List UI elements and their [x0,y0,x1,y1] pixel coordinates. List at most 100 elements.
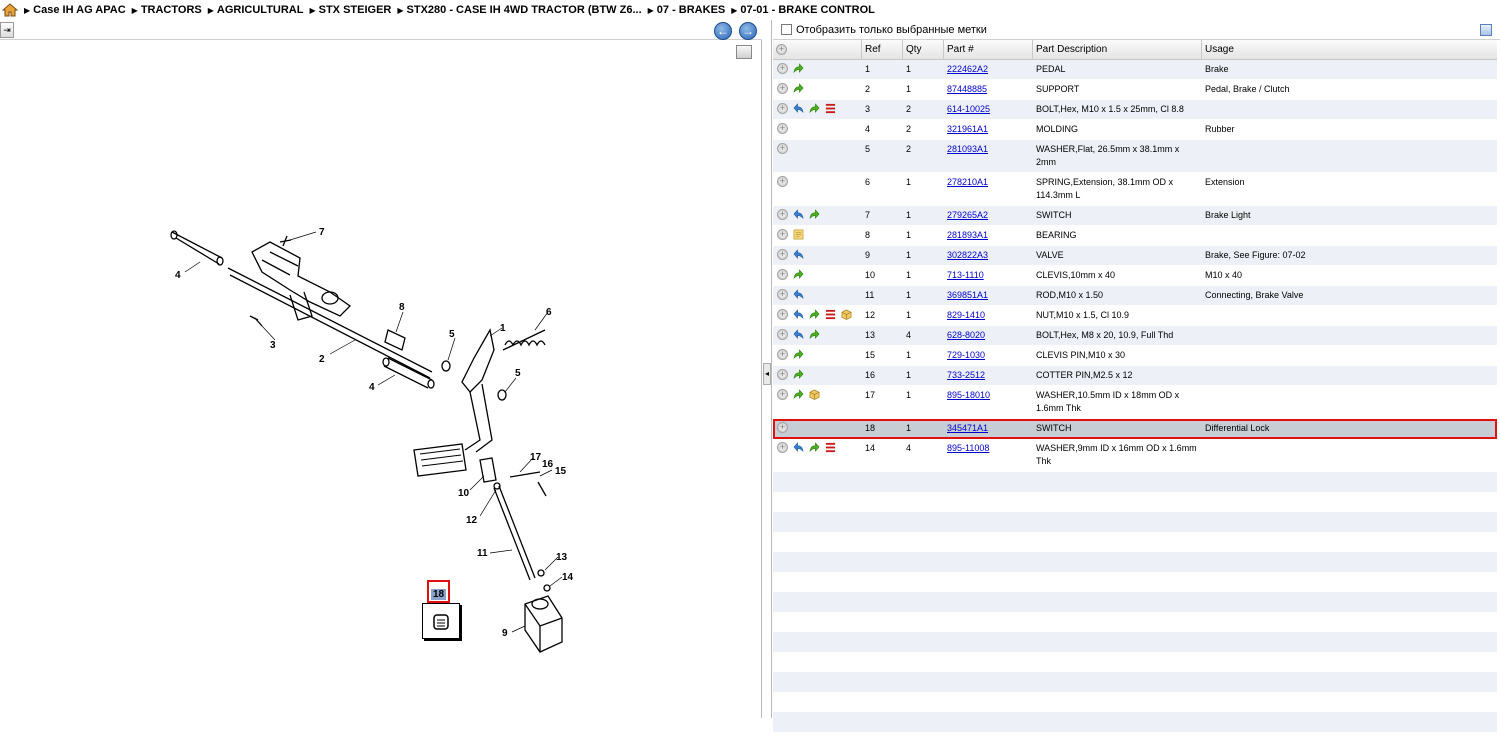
table-row[interactable]: +7 1 279265A2 SWITCH Brake Light [773,206,1497,226]
superseded-part-icon[interactable] [793,249,804,260]
callout-label[interactable]: 10 [458,488,470,499]
table-row[interactable]: +4 2 321961A1 MOLDING Rubber [773,120,1497,140]
callout-label[interactable]: 14 [562,572,574,583]
expand-row-icon[interactable]: + [777,63,788,74]
table-row[interactable]: +15 1 729-1030 CLEVIS PIN,M10 x 30 [773,346,1497,366]
alternate-part-icon[interactable] [793,349,804,360]
collapse-handle-icon[interactable]: ◂ [763,363,771,385]
alternate-part-icon[interactable] [809,103,820,114]
expand-all-icon[interactable]: + [776,44,787,55]
export-icon[interactable] [1480,24,1492,36]
alternate-part-icon[interactable] [809,329,820,340]
table-row[interactable]: +5 2 281093A1 WASHER,Flat, 26.5mm x 38.1mm … [773,140,1497,173]
callout-label[interactable]: 13 [556,552,568,563]
expand-row-icon[interactable]: + [777,269,788,280]
callout-label[interactable]: 11 [477,548,488,559]
breadcrumb-item[interactable]: ▶ AGRICULTURAL [208,4,304,16]
callout-label[interactable]: 1 [500,323,506,334]
home-icon[interactable] [1,3,19,17]
callout-label[interactable]: 4 [369,382,375,393]
table-row[interactable]: +1 1 222462A2 PEDAL Brake [773,60,1497,80]
expand-row-icon[interactable]: + [777,123,788,134]
pane-splitter[interactable]: ◂ [762,20,772,718]
callout-label[interactable]: 6 [546,307,552,318]
breadcrumb-item[interactable]: ▶ 07 - BRAKES [648,4,726,16]
table-row[interactable]: +10 1 713-1110 CLEVIS,10mm x 40 M10 x 40 [773,266,1497,286]
part-number-link[interactable]: 345471A1 [947,423,988,433]
part-number-link[interactable]: 733-2512 [947,370,985,380]
header-ref[interactable]: Ref [862,40,903,59]
back-button[interactable]: ← [714,22,732,40]
part-number-link[interactable]: 628-8020 [947,330,985,340]
package-icon[interactable] [841,309,852,320]
part-number-link[interactable]: 302822A3 [947,250,988,260]
table-row[interactable]: +17 1 895-18010 WASHER,10.5mm ID x 18mm OD … [773,386,1497,419]
forward-button[interactable]: → [739,22,757,40]
view-options-icon[interactable] [736,45,752,59]
part-number-link[interactable]: 87448885 [947,84,987,94]
package-icon[interactable] [809,389,820,400]
table-row[interactable]: +2 1 87448885 SUPPORT Pedal, Brake / Clutch [773,80,1497,100]
part-number-link[interactable]: 279265A2 [947,210,988,220]
callout-label[interactable]: 9 [502,628,508,639]
alternate-part-icon[interactable] [793,369,804,380]
part-number-link[interactable]: 713-1110 [947,270,984,280]
alternate-part-icon[interactable] [809,442,820,453]
part-number-link[interactable]: 369851A1 [947,290,988,300]
part-number-link[interactable]: 281893A1 [947,230,988,240]
alternate-part-icon[interactable] [809,209,820,220]
part-number-link[interactable]: 895-18010 [947,390,990,400]
show-selected-only-checkbox[interactable] [781,24,792,35]
superseded-part-icon[interactable] [793,442,804,453]
callout-label[interactable]: 3 [270,340,276,351]
expand-row-icon[interactable]: + [777,209,788,220]
header-description[interactable]: Part Description [1033,40,1202,59]
kit-list-icon[interactable] [825,309,836,320]
callout-label[interactable]: 2 [319,354,325,365]
callout-label[interactable]: 5 [515,368,521,379]
callout-label[interactable]: 7 [319,227,325,238]
breadcrumb-item[interactable]: ▶ STX280 - CASE IH 4WD TRACTOR (BTW Z6... [397,4,641,16]
expand-row-icon[interactable]: + [777,249,788,260]
table-row[interactable]: +14 4 895-11008 WASHER,9mm ID x 16mm OD x 1… [773,439,1497,472]
part-number-link[interactable]: 729-1030 [947,350,985,360]
superseded-part-icon[interactable] [793,289,804,300]
expand-row-icon[interactable]: + [777,369,788,380]
breadcrumb-item[interactable]: ▶ Case IH AG APAC [24,4,126,16]
expand-row-icon[interactable]: + [777,229,788,240]
table-row[interactable]: +12 1 829-1410 NUT,M10 x 1.5, Cl 10.9 [773,306,1497,326]
expand-row-icon[interactable]: + [777,103,788,114]
superseded-part-icon[interactable] [793,329,804,340]
header-part-number[interactable]: Part # [944,40,1033,59]
table-row[interactable]: +9 1 302822A3 VALVE Brake, See Figure: 07-02 [773,246,1497,266]
callout-label[interactable]: 8 [399,302,405,313]
alternate-part-icon[interactable] [793,269,804,280]
table-row[interactable]: +6 1 278210A1 SPRING,Extension, 38.1mm OD x… [773,173,1497,206]
table-row[interactable]: +13 4 628-8020 BOLT,Hex, M8 x 20, 10.9, Ful… [773,326,1497,346]
alternate-part-icon[interactable] [793,83,804,94]
expand-row-icon[interactable]: + [777,422,788,433]
expand-row-icon[interactable]: + [777,349,788,360]
toggle-sidebar-button[interactable]: ⇥ [0,22,14,38]
part-number-link[interactable]: 222462A2 [947,64,988,74]
kit-list-icon[interactable] [825,103,836,114]
part-number-link[interactable]: 829-1410 [947,310,985,320]
callout-label[interactable]: 12 [466,515,478,526]
superseded-part-icon[interactable] [793,103,804,114]
callout-label[interactable]: 17 [530,452,542,463]
note-icon[interactable] [793,229,804,240]
superseded-part-icon[interactable] [793,309,804,320]
table-row[interactable]: +16 1 733-2512 COTTER PIN,M2.5 x 12 [773,366,1497,386]
expand-row-icon[interactable]: + [777,83,788,94]
alternate-part-icon[interactable] [793,63,804,74]
header-usage[interactable]: Usage [1202,40,1497,59]
callout-label[interactable]: 4 [175,270,181,281]
table-row[interactable]: +3 2 614-10025 BOLT,Hex, M10 x 1.5 x 25mm, … [773,100,1497,120]
callout-label[interactable]: 16 [542,459,554,470]
alternate-part-icon[interactable] [809,309,820,320]
alternate-part-icon[interactable] [793,389,804,400]
expand-row-icon[interactable]: + [777,289,788,300]
callout-label[interactable]: 5 [449,329,455,340]
header-qty[interactable]: Qty [903,40,944,59]
table-row[interactable]: +18 1 345471A1 SWITCH Differential Lock [773,419,1497,439]
